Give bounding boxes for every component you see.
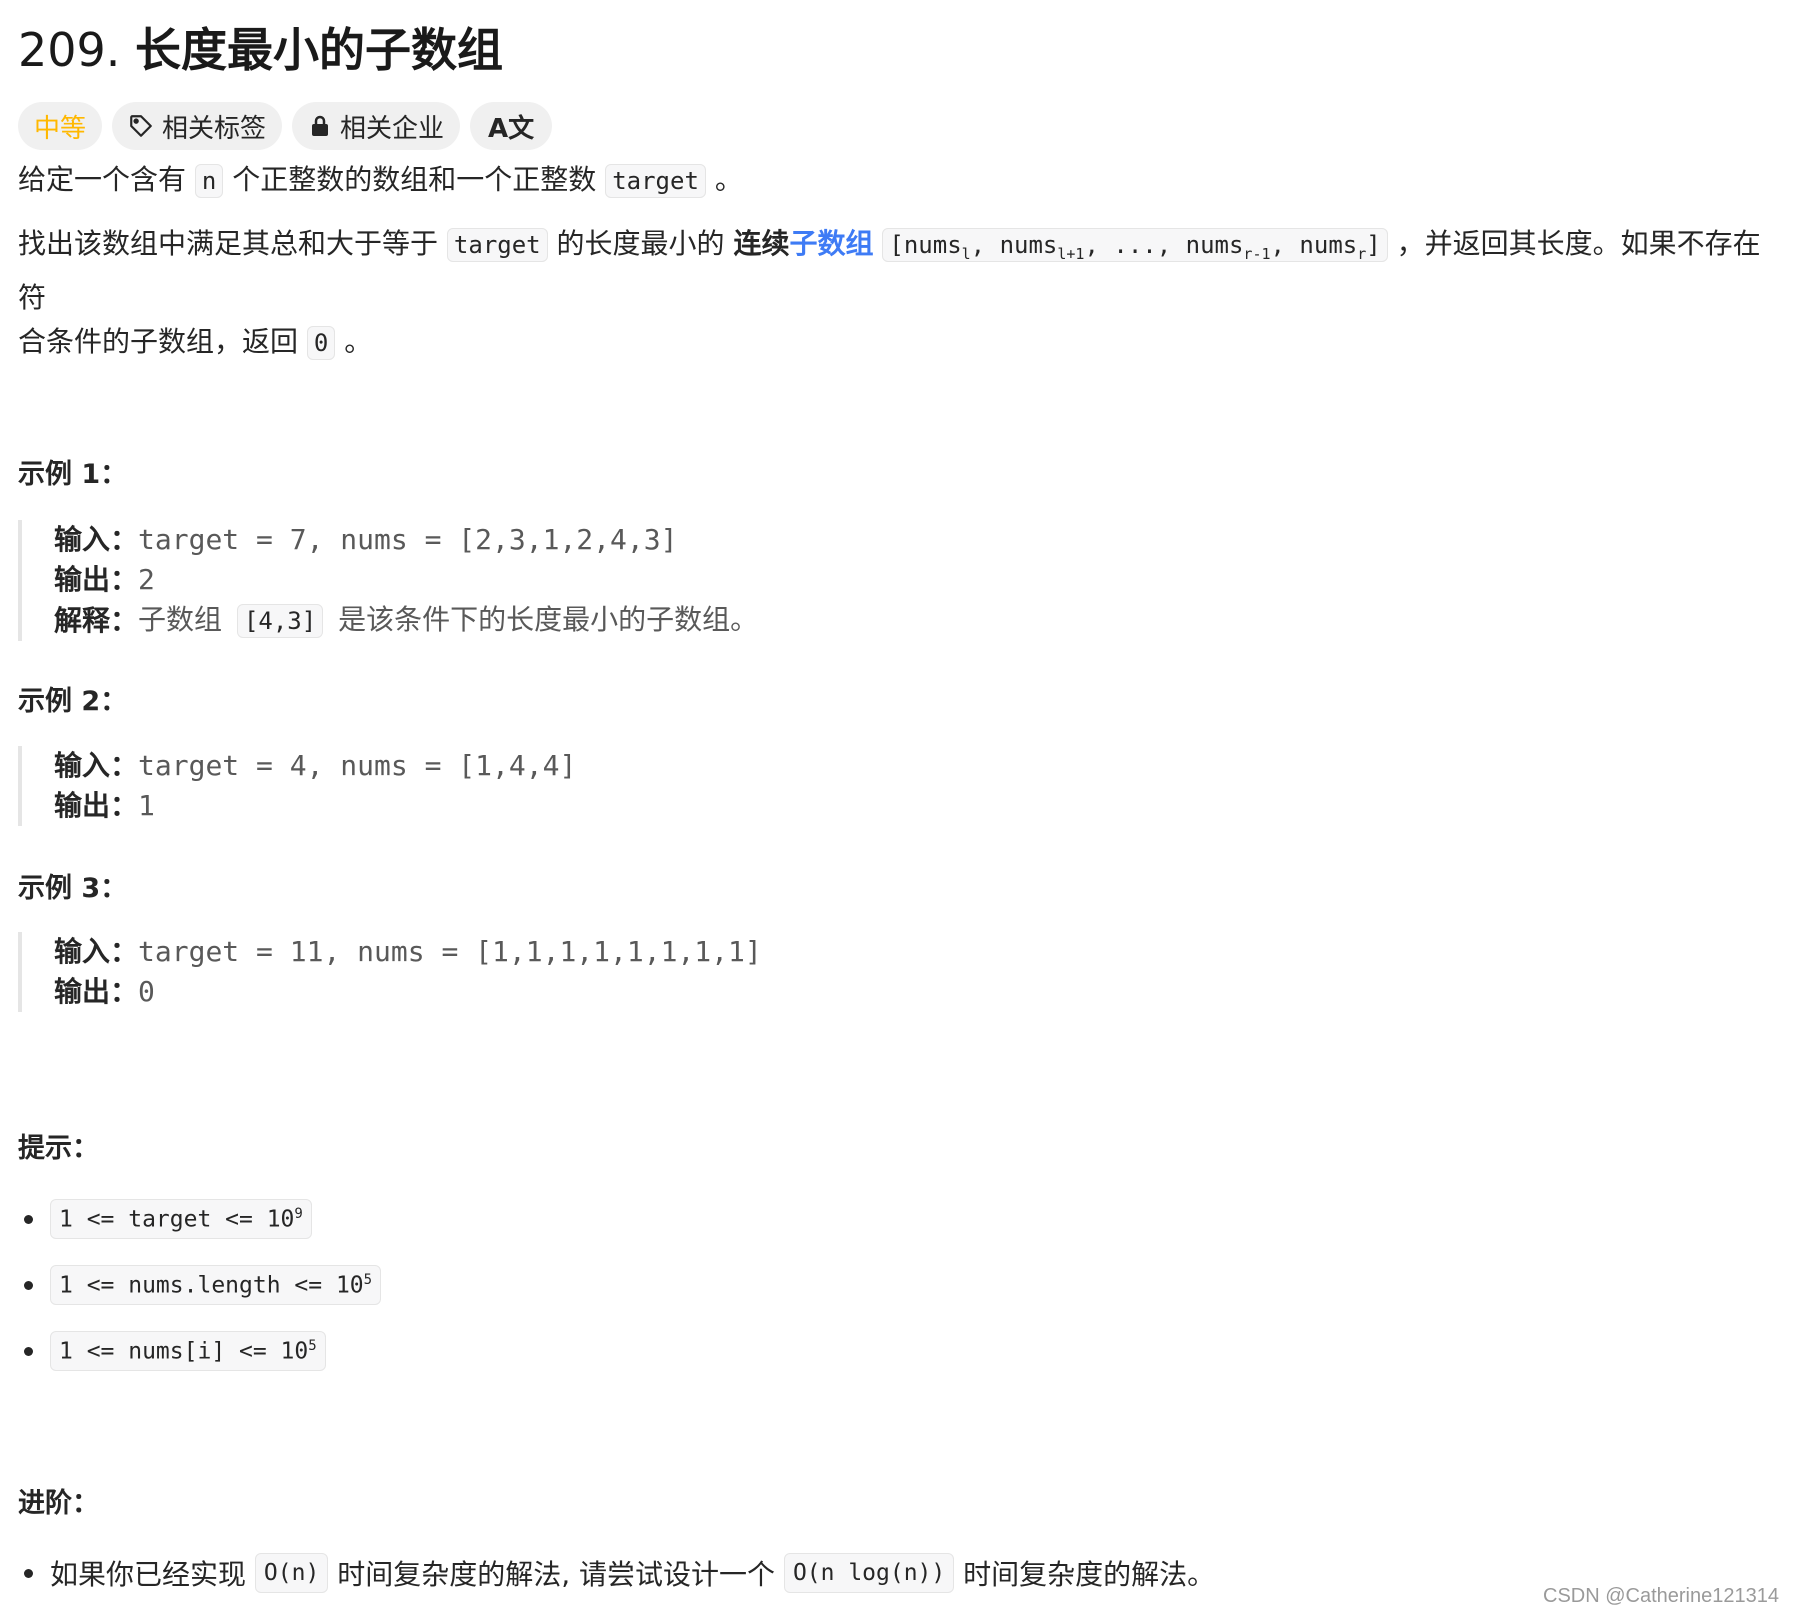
example-1-explain-row: 解释： 子数组 [4,3] 是该条件下的长度最小的子数组。: [54, 600, 758, 641]
tag-icon: [128, 113, 154, 139]
constraint-text: 1 <= nums.length <= 10: [59, 1272, 364, 1299]
desc-text: 。: [344, 324, 373, 358]
constraint-text: 1 <= target <= 10: [59, 1206, 295, 1233]
explain-label: 解释：: [54, 603, 139, 637]
input-label: 输入：: [54, 523, 139, 556]
watermark: CSDN @Catherine121314: [1543, 1585, 1779, 1607]
code-sub: r-1: [1243, 244, 1271, 263]
inline-code-subarray: [numsl, numsl+1, ..., numsr-1, numsr]: [882, 228, 1388, 263]
difficulty-badge: 中等: [18, 102, 103, 150]
code-sub: r: [1357, 244, 1367, 263]
problem-title: 长度最小的子数组: [135, 23, 504, 77]
page-title: 209. 长度最小的子数组: [18, 14, 503, 80]
output-label: 输出：: [54, 563, 139, 596]
constraint-code: 1 <= nums.length <= 105: [50, 1264, 382, 1306]
translate-icon: A文: [488, 113, 535, 144]
output-value: 2: [138, 563, 155, 596]
desc-text: 找出该数组中满足其总和大于等于: [18, 227, 439, 260]
input-label: 输入：: [54, 935, 139, 968]
tag-bar: 中等 相关标签 相关企业 A文: [18, 102, 553, 150]
example-2-heading: 示例 2：: [18, 686, 128, 717]
example-3-heading: 示例 3：: [18, 873, 128, 904]
example-3-block: 输入： target = 11, nums = [1,1,1,1,1,1,1,1]…: [18, 932, 762, 1012]
example-2-output-row: 输出： 1: [54, 786, 576, 826]
related-companies-label: 相关企业: [340, 113, 445, 144]
constraint-code: 1 <= nums[i] <= 105: [50, 1330, 326, 1372]
input-value: target = 4, nums = [1,4,4]: [138, 749, 577, 782]
output-value: 1: [138, 789, 155, 822]
related-companies-button[interactable]: 相关企业: [292, 102, 461, 150]
output-label: 输出：: [54, 975, 139, 1008]
explain-part: 子数组: [138, 603, 223, 636]
input-value: target = 11, nums = [1,1,1,1,1,1,1,1]: [138, 935, 762, 968]
followup-text: 时间复杂度的解法。: [963, 1558, 1216, 1591]
problem-number: 209.: [18, 23, 121, 77]
example-1-heading: 示例 1：: [18, 459, 128, 490]
constraint-item: 1 <= nums.length <= 105: [18, 1252, 382, 1318]
code-part: , nums: [1270, 231, 1358, 259]
example-1-block: 输入： target = 7, nums = [2,3,1,2,4,3] 输出： 2…: [18, 520, 758, 641]
constraint-text: 1 <= nums[i] <= 10: [59, 1338, 309, 1365]
desc-text: 。: [714, 163, 743, 196]
constraints-list: 1 <= target <= 109 1 <= nums.length <= 1…: [18, 1186, 382, 1384]
desc-text: 给定一个含有: [18, 163, 187, 196]
followup-code-linear: O(n): [254, 1553, 329, 1593]
input-label: 输入：: [54, 749, 139, 782]
description-paragraph-1: 给定一个含有 n 个正整数的数组和一个正整数 target 。: [18, 158, 743, 203]
example-3-output-row: 输出： 0: [54, 972, 762, 1012]
desc-text: 个正整数的数组和一个正整数: [232, 163, 597, 196]
desc-text: 合条件的子数组，返回: [18, 324, 299, 358]
inline-code-n: n: [194, 164, 224, 198]
code-sub: l: [961, 244, 971, 263]
inline-code-target: target: [446, 228, 548, 262]
followup-code-nlogn: O(n log(n)): [783, 1553, 955, 1593]
explain-part: 是该条件下的长度最小的子数组。: [338, 603, 759, 636]
example-1-input-row: 输入： target = 7, nums = [2,3,1,2,4,3]: [54, 520, 758, 560]
followup-text: 如果你已经实现: [50, 1558, 247, 1591]
output-label: 输出：: [54, 789, 139, 822]
difficulty-label: 中等: [34, 113, 87, 144]
followup-list: 如果你已经实现 O(n) 时间复杂度的解法, 请尝试设计一个 O(n log(n…: [18, 1540, 1215, 1606]
desc-text: 的长度最小的: [556, 227, 725, 260]
related-tags-label: 相关标签: [162, 113, 267, 144]
related-tags-button[interactable]: 相关标签: [112, 102, 283, 150]
translate-button[interactable]: A文: [470, 102, 553, 150]
example-2-input-row: 输入： target = 4, nums = [1,4,4]: [54, 746, 576, 786]
constraint-exponent: 9: [294, 1205, 303, 1222]
output-value: 0: [138, 975, 155, 1008]
inline-code-target: target: [605, 164, 706, 198]
constraint-exponent: 5: [363, 1271, 373, 1288]
constraint-code: 1 <= target <= 109: [50, 1198, 312, 1240]
explain-code: [4,3]: [236, 604, 324, 638]
inline-code-zero: 0: [306, 325, 336, 360]
example-2-block: 输入： target = 4, nums = [1,4,4] 输出： 1: [18, 746, 576, 826]
code-sub: l+1: [1057, 244, 1085, 263]
bold-contiguous: 连续: [733, 227, 790, 260]
input-value: target = 7, nums = [2,3,1,2,4,3]: [138, 523, 678, 556]
followup-heading: 进阶：: [18, 1488, 99, 1519]
constraint-exponent: 5: [308, 1337, 317, 1354]
followup-item: 如果你已经实现 O(n) 时间复杂度的解法, 请尝试设计一个 O(n log(n…: [18, 1540, 1215, 1606]
code-part: , ..., nums: [1084, 231, 1244, 259]
subarray-link[interactable]: 子数组: [789, 227, 873, 260]
constraints-heading: 提示：: [18, 1133, 99, 1164]
lock-icon: [308, 114, 332, 138]
explain-text: 子数组 [4,3] 是该条件下的长度最小的子数组。: [138, 600, 758, 641]
code-part: , nums: [970, 231, 1058, 259]
description-paragraph-2: 找出该数组中满足其总和大于等于 target 的长度最小的 连续子数组 [num…: [18, 222, 1788, 365]
example-3-input-row: 输入： target = 11, nums = [1,1,1,1,1,1,1,1]: [54, 932, 762, 972]
code-part: [nums: [889, 231, 962, 259]
constraint-item: 1 <= nums[i] <= 105: [18, 1318, 381, 1384]
example-1-output-row: 输出： 2: [54, 560, 758, 600]
code-part: ]: [1366, 231, 1381, 259]
constraint-item: 1 <= target <= 109: [18, 1186, 381, 1252]
followup-text: 时间复杂度的解法, 请尝试设计一个: [337, 1558, 776, 1591]
